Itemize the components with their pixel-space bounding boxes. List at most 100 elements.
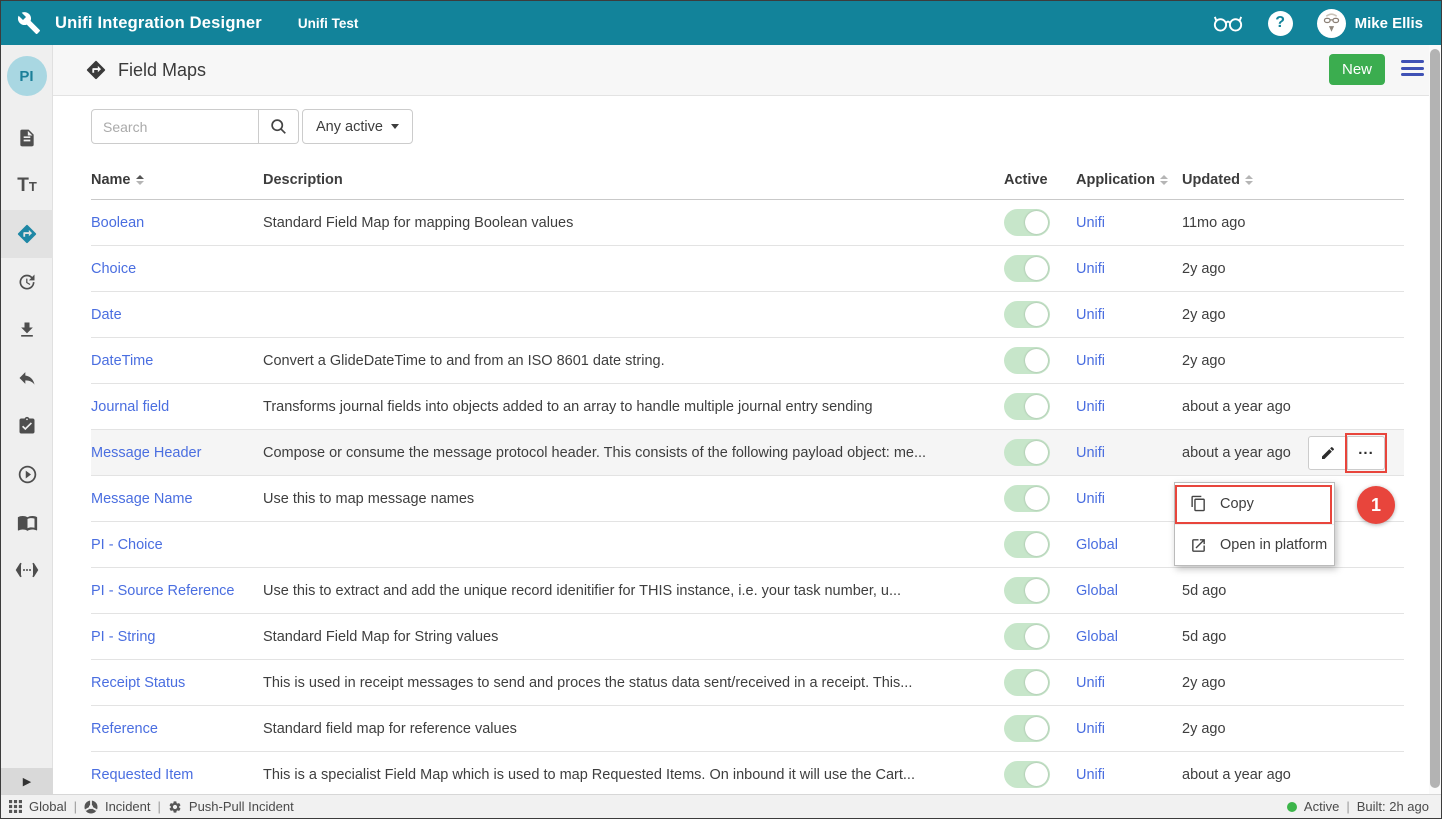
new-button[interactable]: New xyxy=(1329,54,1385,85)
grid-icon xyxy=(9,800,22,813)
table-row[interactable]: Receipt Status This is used in receipt m… xyxy=(91,660,1404,706)
context-menu-item-open-in-platform[interactable]: Open in platform xyxy=(1175,524,1334,565)
fieldmap-description: Standard Field Map for String values xyxy=(263,629,999,645)
open-in-platform-label: Open in platform xyxy=(1220,537,1327,553)
application-link[interactable]: Unifi xyxy=(1076,215,1105,231)
incident-icon xyxy=(84,800,98,814)
application-link[interactable]: Unifi xyxy=(1076,491,1105,507)
column-header-name[interactable]: Name xyxy=(91,172,263,188)
fieldmap-name-link[interactable]: Reference xyxy=(91,721,158,737)
table-row[interactable]: DateTime Convert a GlideDateTime to and … xyxy=(91,338,1404,384)
table-row[interactable]: Boolean Standard Field Map for mapping B… xyxy=(91,200,1404,246)
menu-icon[interactable] xyxy=(1401,60,1424,80)
sidebar-item-history[interactable] xyxy=(1,258,53,306)
ellipsis-icon: ... xyxy=(1358,441,1374,458)
fieldmap-name-link[interactable]: DateTime xyxy=(91,353,153,369)
glasses-icon[interactable] xyxy=(1212,13,1244,33)
fieldmap-name-link[interactable]: Journal field xyxy=(91,399,169,415)
table-row[interactable]: PI - String Standard Field Map for Strin… xyxy=(91,614,1404,660)
sidebar-item-download[interactable] xyxy=(1,306,53,354)
environment-name[interactable]: Unifi Test xyxy=(298,16,359,31)
statusbar-integration[interactable]: Push-Pull Incident xyxy=(189,799,294,814)
context-menu-item-copy[interactable]: Copy xyxy=(1175,483,1334,524)
table-row[interactable]: PI - Source Reference Use this to extrac… xyxy=(91,568,1404,614)
application-link[interactable]: Global xyxy=(1076,583,1118,599)
sidebar-item-tasks[interactable] xyxy=(1,402,53,450)
sidebar-item-run[interactable] xyxy=(1,450,53,498)
application-link[interactable]: Unifi xyxy=(1076,445,1105,461)
more-actions-button[interactable]: ... xyxy=(1348,436,1385,470)
active-status-icon xyxy=(1287,802,1297,812)
application-link[interactable]: Unifi xyxy=(1076,399,1105,415)
table-row[interactable]: Journal field Transforms journal fields … xyxy=(91,384,1404,430)
statusbar-process[interactable]: Incident xyxy=(105,799,151,814)
statusbar-scope[interactable]: Global xyxy=(29,799,67,814)
active-toggle[interactable] xyxy=(1004,761,1050,788)
fieldmap-description: Convert a GlideDateTime to and from an I… xyxy=(263,353,999,369)
scrollbar-thumb[interactable] xyxy=(1430,49,1440,788)
fieldmap-name-link[interactable]: Message Name xyxy=(91,491,193,507)
sidebar-item-documents[interactable] xyxy=(1,114,53,162)
sidebar-item-docs[interactable] xyxy=(1,498,53,546)
application-link[interactable]: Unifi xyxy=(1076,261,1105,277)
table-row[interactable]: Choice Unifi 2y ago xyxy=(91,246,1404,292)
edit-button[interactable] xyxy=(1308,436,1348,470)
search-button[interactable] xyxy=(259,109,299,144)
table-row[interactable]: Date Unifi 2y ago xyxy=(91,292,1404,338)
application-link[interactable]: Unifi xyxy=(1076,307,1105,323)
fieldmap-name-link[interactable]: PI - Choice xyxy=(91,537,163,553)
active-toggle[interactable] xyxy=(1004,209,1050,236)
statusbar-built: Built: 2h ago xyxy=(1357,799,1429,814)
fieldmap-name-link[interactable]: Date xyxy=(91,307,122,323)
toggle-knob xyxy=(1025,671,1048,694)
active-toggle[interactable] xyxy=(1004,531,1050,558)
active-toggle[interactable] xyxy=(1004,577,1050,604)
sidebar-item-field-maps[interactable] xyxy=(1,210,53,258)
vertical-scrollbar[interactable] xyxy=(1429,45,1441,794)
fieldmap-name-link[interactable]: Boolean xyxy=(91,215,144,231)
user-menu[interactable]: Mike Ellis xyxy=(1317,9,1423,38)
updated-text: about a year ago xyxy=(1182,399,1382,415)
fieldmap-name-link[interactable]: Message Header xyxy=(91,445,201,461)
workspace-avatar[interactable]: PI xyxy=(7,56,47,96)
active-toggle[interactable] xyxy=(1004,669,1050,696)
active-toggle[interactable] xyxy=(1004,301,1050,328)
application-link[interactable]: Unifi xyxy=(1076,721,1105,737)
column-header-updated[interactable]: Updated xyxy=(1182,172,1382,188)
fieldmap-name-link[interactable]: Receipt Status xyxy=(91,675,185,691)
active-toggle[interactable] xyxy=(1004,347,1050,374)
fieldmap-name-link[interactable]: Requested Item xyxy=(91,767,193,783)
active-toggle[interactable] xyxy=(1004,715,1050,742)
help-icon[interactable]: ? xyxy=(1268,11,1293,36)
sidebar-item-text-format[interactable]: TT xyxy=(1,162,53,210)
table-row[interactable]: Message Header Compose or consume the me… xyxy=(91,430,1404,476)
fieldmap-description: Standard Field Map for mapping Boolean v… xyxy=(263,215,999,231)
sidebar-item-reply[interactable] xyxy=(1,354,53,402)
active-toggle[interactable] xyxy=(1004,485,1050,512)
active-toggle[interactable] xyxy=(1004,255,1050,282)
active-toggle[interactable] xyxy=(1004,623,1050,650)
fieldmap-name-link[interactable]: Choice xyxy=(91,261,136,277)
active-toggle[interactable] xyxy=(1004,393,1050,420)
column-header-description: Description xyxy=(263,172,999,188)
application-link[interactable]: Global xyxy=(1076,629,1118,645)
pencil-icon xyxy=(1320,445,1336,461)
active-filter-dropdown[interactable]: Any active xyxy=(302,109,413,144)
application-link[interactable]: Global xyxy=(1076,537,1118,553)
column-header-application[interactable]: Application xyxy=(1076,172,1182,188)
step-1-badge: 1 xyxy=(1357,486,1395,524)
fieldmap-name-link[interactable]: PI - String xyxy=(91,629,155,645)
application-link[interactable]: Unifi xyxy=(1076,767,1105,783)
application-link[interactable]: Unifi xyxy=(1076,675,1105,691)
text-format-icon: TT xyxy=(17,175,37,197)
copy-label: Copy xyxy=(1220,496,1254,512)
search-input[interactable] xyxy=(91,109,259,144)
table-row[interactable]: Requested Item This is a specialist Fiel… xyxy=(91,752,1404,794)
avatar xyxy=(1317,9,1346,38)
application-link[interactable]: Unifi xyxy=(1076,353,1105,369)
sidebar-item-code[interactable] xyxy=(1,546,53,594)
table-row[interactable]: Reference Standard field map for referen… xyxy=(91,706,1404,752)
sidebar-expand-button[interactable]: ▶ xyxy=(1,768,53,794)
fieldmap-name-link[interactable]: PI - Source Reference xyxy=(91,583,234,599)
active-toggle[interactable] xyxy=(1004,439,1050,466)
